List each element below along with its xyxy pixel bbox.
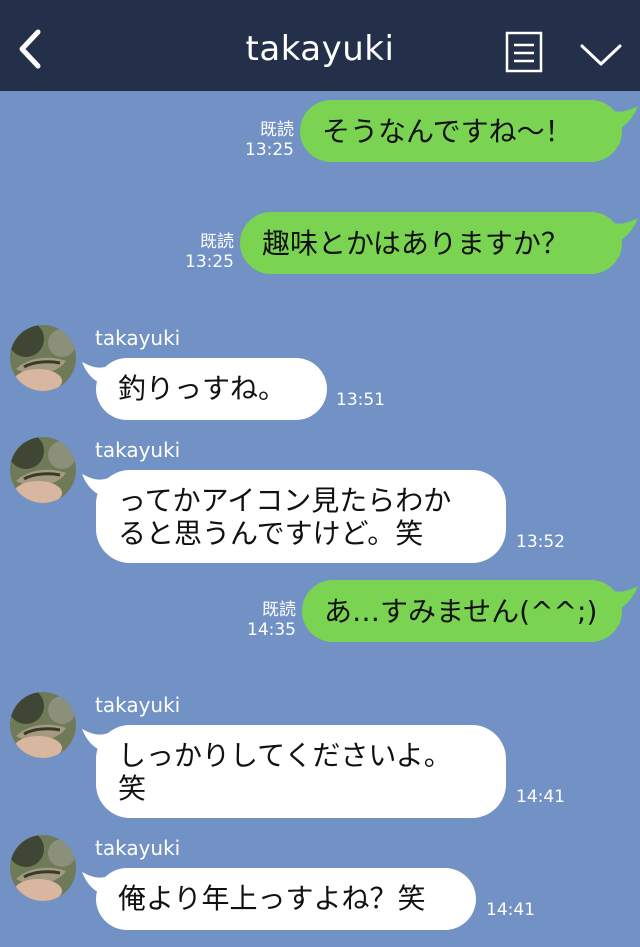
message-time: 13:25: [185, 252, 234, 272]
message-text-line: 笑: [118, 772, 147, 805]
sender-name: takayuki: [95, 438, 181, 462]
message-row: takayuki しっかりしてくださいよ。 笑 14:41: [0, 689, 640, 829]
message-bubble[interactable]: 釣りっすね。: [96, 358, 327, 420]
message-bubble[interactable]: そうなんですね〜！: [300, 100, 622, 162]
message-text: あ…すみません(^^;): [324, 595, 598, 628]
read-label: 既読: [200, 232, 234, 252]
avatar[interactable]: [10, 437, 76, 503]
note-icon: [505, 31, 543, 73]
bubble-tail: [610, 218, 638, 242]
sender-name: takayuki: [95, 326, 181, 350]
message-bubble[interactable]: あ…すみません(^^;): [302, 580, 622, 642]
fish-avatar: [10, 325, 76, 391]
message-time: 14:35: [247, 620, 296, 640]
message-time: 14:41: [486, 900, 535, 920]
message-bubble[interactable]: 俺より年上っすよね？笑: [96, 868, 476, 930]
message-time: 13:52: [516, 532, 565, 552]
sender-name: takayuki: [95, 693, 181, 717]
message-bubble[interactable]: しっかりしてくださいよ。 笑: [96, 725, 506, 818]
fish-avatar: [10, 437, 76, 503]
read-receipt: 既読 13:25: [176, 232, 234, 272]
sender-name: takayuki: [95, 836, 181, 860]
bubble-tail: [82, 729, 108, 751]
message-text: 釣りっすね。: [118, 372, 287, 405]
bubble-tail: [610, 586, 638, 610]
chat-header: takayuki: [0, 0, 640, 91]
menu-toggle-button[interactable]: [578, 38, 624, 70]
bubble-tail: [82, 872, 108, 894]
avatar[interactable]: [10, 835, 76, 901]
avatar[interactable]: [10, 325, 76, 391]
message-bubble[interactable]: ってかアイコン見たらわか ると思うんですけど。笑: [96, 470, 506, 563]
message-text: そうなんですね〜！: [322, 115, 573, 148]
message-row: 既読 13:25 趣味とかはありますか？: [0, 212, 640, 282]
message-text-line: ってかアイコン見たらわか: [118, 484, 452, 517]
message-text: 趣味とかはありますか？: [262, 227, 569, 260]
chat-title: takayuki: [245, 29, 395, 69]
message-row: 既読 13:25 そうなんですね〜！: [0, 100, 640, 170]
message-time: 13:51: [336, 390, 385, 410]
bubble-tail: [82, 362, 108, 384]
bubble-tail: [610, 106, 638, 130]
bubble-tail: [82, 474, 108, 496]
message-row: takayuki 俺より年上っすよね？笑 14:41: [0, 832, 640, 942]
message-text-line: しっかりしてくださいよ。: [118, 739, 452, 772]
message-time: 14:41: [516, 787, 565, 807]
message-text: 俺より年上っすよね？笑: [118, 882, 426, 915]
read-label: 既読: [262, 600, 296, 620]
message-row: 既読 14:35 あ…すみません(^^;): [0, 580, 640, 650]
fish-avatar: [10, 692, 76, 758]
chevron-down-icon: [580, 44, 622, 66]
message-text-line: ると思うんですけど。笑: [118, 517, 424, 550]
read-receipt: 既読 13:25: [236, 120, 294, 160]
fish-avatar: [10, 835, 76, 901]
read-label: 既読: [260, 120, 294, 140]
message-row: takayuki 釣りっすね。 13:51: [0, 322, 640, 422]
message-row: takayuki ってかアイコン見たらわか ると思うんですけど。笑 13:52: [0, 434, 640, 574]
avatar[interactable]: [10, 692, 76, 758]
message-time: 13:25: [245, 140, 294, 160]
message-bubble[interactable]: 趣味とかはありますか？: [240, 212, 622, 274]
note-button[interactable]: [504, 30, 544, 74]
read-receipt: 既読 14:35: [238, 600, 296, 640]
